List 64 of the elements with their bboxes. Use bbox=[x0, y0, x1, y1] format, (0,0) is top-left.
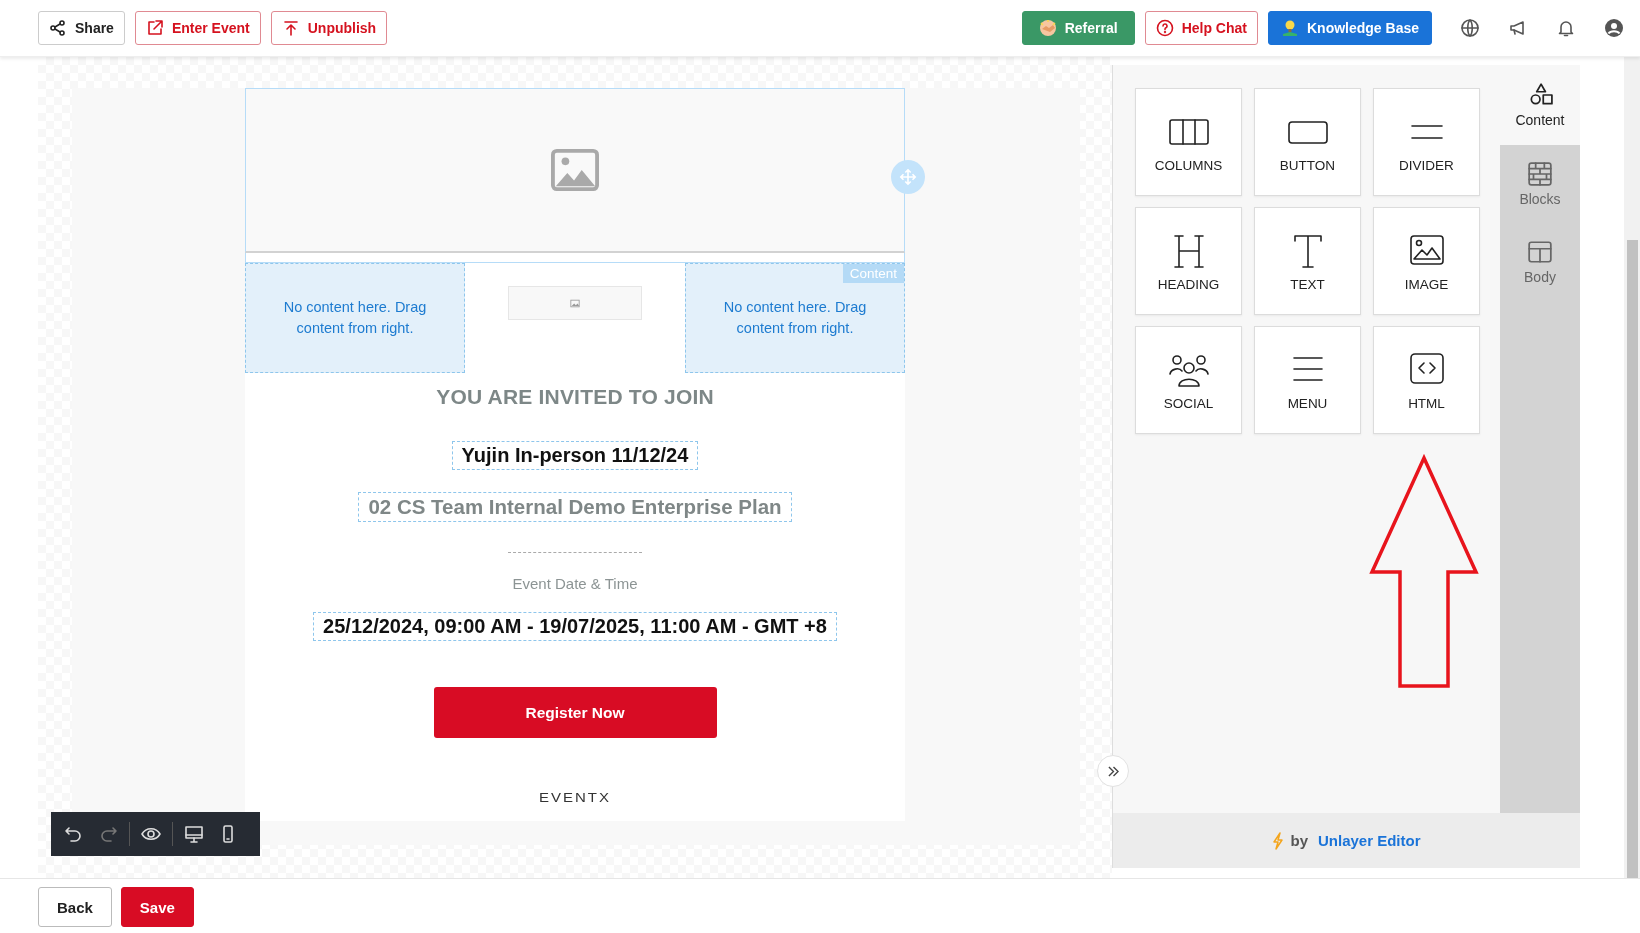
double-chevron-icon bbox=[1107, 765, 1119, 777]
brick-wall-icon bbox=[1527, 161, 1553, 187]
tool-label: MENU bbox=[1287, 395, 1328, 411]
upload-icon bbox=[281, 19, 300, 37]
help-chat-button[interactable]: Help Chat bbox=[1144, 11, 1258, 45]
event-name: Yujin In-person 11/12/24 bbox=[451, 441, 699, 470]
content-tag: Content bbox=[842, 264, 904, 283]
invite-heading: YOU ARE INVITED TO JOIN bbox=[436, 385, 714, 409]
share-button[interactable]: Share bbox=[38, 11, 125, 45]
globe-icon[interactable] bbox=[1460, 18, 1480, 38]
save-button[interactable]: Save bbox=[120, 887, 194, 927]
back-button[interactable]: Back bbox=[38, 887, 112, 927]
tool-label: IMAGE bbox=[1404, 276, 1449, 292]
user-icon[interactable] bbox=[1604, 18, 1624, 38]
enter-event-button[interactable]: Enter Event bbox=[134, 11, 261, 45]
tool-label: HTML bbox=[1408, 395, 1445, 411]
blocks-tab[interactable]: Blocks bbox=[1500, 145, 1580, 223]
divider-icon bbox=[1410, 124, 1443, 139]
organizer-name: 02 CS Team Internal Demo Enterprise Plan bbox=[358, 492, 792, 522]
empty-column-text: No content here. Drag content from right. bbox=[722, 298, 868, 338]
unpublish-button[interactable]: Unpublish bbox=[270, 11, 388, 45]
lightbulb-icon bbox=[1280, 19, 1299, 37]
tool-label: BUTTON bbox=[1279, 157, 1336, 173]
knowledge-base-button[interactable]: Knowledge Base bbox=[1267, 11, 1432, 45]
tool-tile[interactable]: COLUMNS bbox=[1135, 88, 1242, 196]
body-tab[interactable]: Body bbox=[1500, 223, 1580, 301]
tool-label: SOCIAL bbox=[1163, 395, 1214, 411]
desktop-icon[interactable] bbox=[184, 824, 204, 844]
tool-label: TEXT bbox=[1290, 276, 1325, 292]
event-date: 25/12/2024, 09:00 AM - 19/07/2025, 11:00 AM - GMT +8 bbox=[313, 612, 837, 641]
up-arrow-icon bbox=[1368, 454, 1480, 690]
external-link-icon bbox=[145, 19, 164, 37]
tool-label: COLUMNS bbox=[1154, 157, 1223, 173]
tool-tile[interactable]: TEXT bbox=[1254, 207, 1361, 315]
move-handle-icon[interactable] bbox=[891, 160, 925, 194]
eventx-logo: EVENTX bbox=[539, 789, 611, 806]
question-icon bbox=[1155, 19, 1174, 37]
tool-label: HEADING bbox=[1157, 276, 1220, 292]
tool-tile[interactable]: DIVIDER bbox=[1373, 88, 1480, 196]
layout-icon bbox=[1527, 239, 1553, 265]
tool-tile[interactable]: SOCIAL bbox=[1135, 326, 1242, 434]
unlayer-link[interactable]: Unlayer Editor bbox=[1318, 832, 1421, 849]
content-tab[interactable]: Content bbox=[1500, 65, 1580, 145]
empty-column-text: No content here. Drag content from right. bbox=[282, 298, 428, 338]
handshake-icon bbox=[1038, 19, 1057, 37]
share-icon bbox=[49, 19, 67, 37]
scrollbar[interactable] bbox=[1624, 57, 1640, 878]
tool-tile[interactable]: MENU bbox=[1254, 326, 1361, 434]
tool-tile[interactable]: HEADING bbox=[1135, 207, 1242, 315]
tool-tile[interactable]: HTML bbox=[1373, 326, 1480, 434]
redo-icon[interactable] bbox=[98, 824, 118, 844]
shapes-icon bbox=[1527, 82, 1553, 108]
credit-text: by bbox=[1290, 832, 1308, 849]
register-button[interactable]: Register Now bbox=[433, 687, 717, 738]
referral-button[interactable]: Referral bbox=[1021, 11, 1135, 45]
tool-label: DIVIDER bbox=[1399, 157, 1454, 173]
bell-icon[interactable] bbox=[1556, 18, 1576, 38]
image-icon bbox=[570, 298, 580, 308]
lightning-icon bbox=[1272, 831, 1285, 850]
tool-tile[interactable]: IMAGE bbox=[1373, 207, 1480, 315]
undo-icon[interactable] bbox=[64, 824, 84, 844]
tool-tile[interactable]: BUTTON bbox=[1254, 88, 1361, 196]
date-label: Event Date & Time bbox=[512, 575, 638, 592]
image-icon bbox=[551, 148, 599, 192]
